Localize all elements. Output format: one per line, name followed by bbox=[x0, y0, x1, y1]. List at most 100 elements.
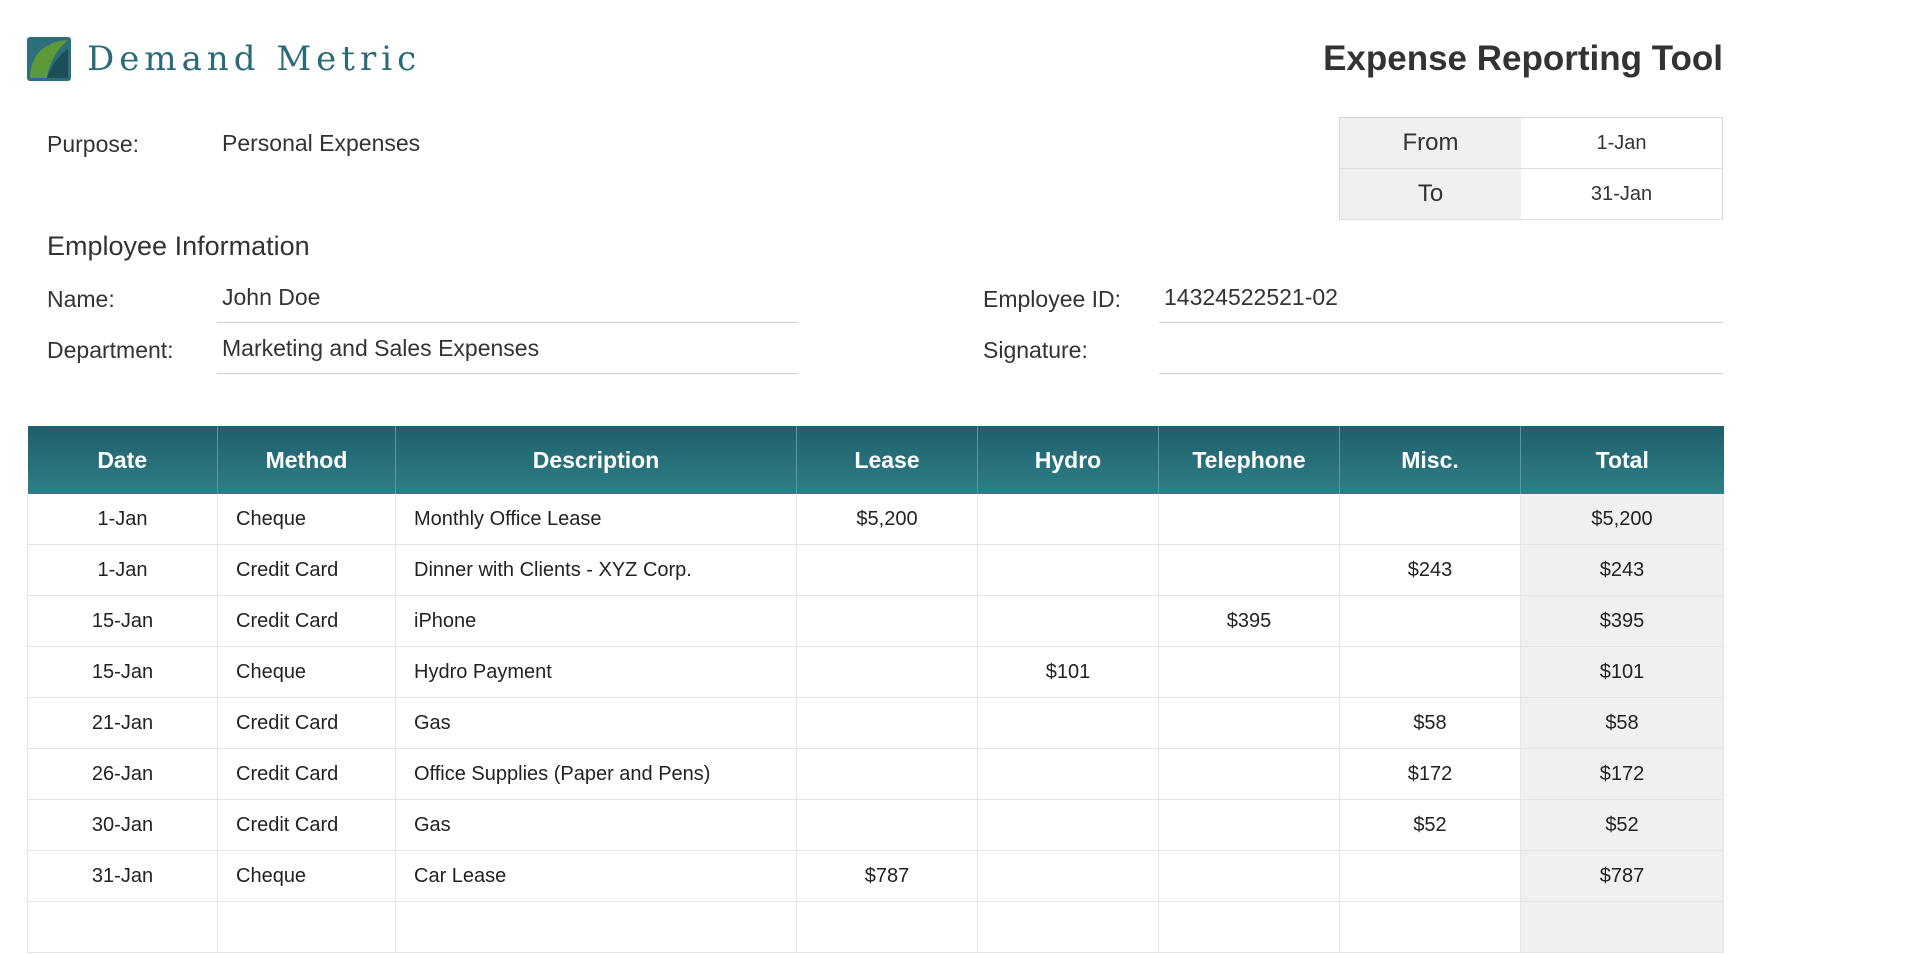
misc-cell[interactable]: $52 bbox=[1339, 799, 1521, 851]
total-cell bbox=[1520, 901, 1724, 953]
department-field[interactable]: Marketing and Sales Expenses bbox=[222, 335, 539, 362]
telephone-cell[interactable] bbox=[1158, 544, 1340, 596]
total-cell: $395 bbox=[1520, 595, 1724, 647]
telephone-cell[interactable] bbox=[1158, 646, 1340, 698]
hydro-cell[interactable] bbox=[977, 748, 1159, 800]
date-cell[interactable]: 21-Jan bbox=[27, 697, 218, 749]
date-cell[interactable]: 30-Jan bbox=[27, 799, 218, 851]
hydro-cell[interactable] bbox=[977, 901, 1159, 953]
telephone-cell[interactable] bbox=[1158, 799, 1340, 851]
misc-cell[interactable] bbox=[1339, 646, 1521, 698]
lease-cell[interactable] bbox=[796, 595, 978, 647]
column-header-date: Date bbox=[27, 426, 218, 494]
description-cell[interactable] bbox=[395, 901, 797, 953]
description-cell[interactable]: Gas bbox=[395, 799, 797, 851]
total-cell: $52 bbox=[1520, 799, 1724, 851]
hydro-cell[interactable] bbox=[977, 697, 1159, 749]
lease-cell[interactable] bbox=[796, 544, 978, 596]
signature-label: Signature: bbox=[983, 337, 1088, 363]
date-cell[interactable]: 1-Jan bbox=[27, 544, 218, 596]
department-field-underline bbox=[217, 373, 798, 374]
to-date[interactable]: 31-Jan bbox=[1521, 168, 1723, 220]
telephone-cell[interactable] bbox=[1158, 494, 1340, 545]
misc-cell[interactable]: $243 bbox=[1339, 544, 1521, 596]
misc-cell[interactable] bbox=[1339, 595, 1521, 647]
name-field[interactable]: John Doe bbox=[222, 284, 320, 311]
column-header-lease: Lease bbox=[796, 426, 978, 494]
column-header-hydro: Hydro bbox=[977, 426, 1159, 494]
misc-cell[interactable] bbox=[1339, 494, 1521, 545]
telephone-cell[interactable] bbox=[1158, 697, 1340, 749]
method-cell[interactable]: Credit Card bbox=[217, 748, 396, 800]
description-cell[interactable]: Hydro Payment bbox=[395, 646, 797, 698]
method-cell[interactable]: Credit Card bbox=[217, 697, 396, 749]
date-cell[interactable]: 26-Jan bbox=[27, 748, 218, 800]
lease-cell[interactable] bbox=[796, 901, 978, 953]
description-cell[interactable]: Dinner with Clients - XYZ Corp. bbox=[395, 544, 797, 596]
purpose-label: Purpose: bbox=[47, 131, 140, 157]
method-cell[interactable]: Credit Card bbox=[217, 799, 396, 851]
date-cell[interactable]: 15-Jan bbox=[27, 646, 218, 698]
description-cell[interactable]: iPhone bbox=[395, 595, 797, 647]
telephone-cell[interactable] bbox=[1158, 901, 1340, 953]
hydro-cell[interactable] bbox=[977, 544, 1159, 596]
description-cell[interactable]: Monthly Office Lease bbox=[395, 494, 797, 545]
lease-cell[interactable]: $5,200 bbox=[796, 494, 978, 545]
table-row: 26-Jan Credit Card Office Supplies (Paper … bbox=[27, 748, 1724, 800]
misc-cell[interactable] bbox=[1339, 901, 1521, 953]
misc-cell[interactable]: $172 bbox=[1339, 748, 1521, 800]
signature-underline bbox=[1159, 373, 1723, 374]
method-cell[interactable]: Credit Card bbox=[217, 544, 396, 596]
hydro-cell[interactable] bbox=[977, 850, 1159, 902]
date-cell[interactable]: 1-Jan bbox=[27, 494, 218, 545]
date-cell[interactable]: 31-Jan bbox=[27, 850, 218, 902]
table-row: 21-Jan Credit Card Gas $58 $58 bbox=[27, 697, 1724, 749]
hydro-cell[interactable]: $101 bbox=[977, 646, 1159, 698]
misc-cell[interactable] bbox=[1339, 850, 1521, 902]
name-label: Name: bbox=[47, 286, 115, 312]
demand-metric-logo-icon bbox=[27, 37, 71, 81]
brand-logo: Demand Metric bbox=[27, 37, 421, 81]
column-header-misc: Misc. bbox=[1339, 426, 1521, 494]
lease-cell[interactable]: $787 bbox=[796, 850, 978, 902]
date-cell[interactable]: 15-Jan bbox=[27, 595, 218, 647]
department-label: Department: bbox=[47, 337, 174, 363]
from-date[interactable]: 1-Jan bbox=[1521, 117, 1723, 169]
lease-cell[interactable] bbox=[796, 748, 978, 800]
expense-table: Date Method Description Lease Hydro Tele… bbox=[27, 426, 1724, 953]
method-cell[interactable]: Cheque bbox=[217, 494, 396, 545]
description-cell[interactable]: Car Lease bbox=[395, 850, 797, 902]
table-row bbox=[27, 901, 1724, 953]
description-cell[interactable]: Office Supplies (Paper and Pens) bbox=[395, 748, 797, 800]
telephone-cell[interactable] bbox=[1158, 850, 1340, 902]
column-header-method: Method bbox=[217, 426, 396, 494]
employee-id-field[interactable]: 14324522521-02 bbox=[1164, 284, 1338, 311]
total-cell: $243 bbox=[1520, 544, 1724, 596]
telephone-cell[interactable]: $395 bbox=[1158, 595, 1340, 647]
column-header-description: Description bbox=[395, 426, 797, 494]
telephone-cell[interactable] bbox=[1158, 748, 1340, 800]
report-period-table: From 1-Jan To 31-Jan bbox=[1339, 117, 1723, 220]
method-cell[interactable] bbox=[217, 901, 396, 953]
method-cell[interactable]: Cheque bbox=[217, 646, 396, 698]
hydro-cell[interactable] bbox=[977, 799, 1159, 851]
hydro-cell[interactable] bbox=[977, 494, 1159, 545]
method-cell[interactable]: Credit Card bbox=[217, 595, 396, 647]
employee-information-heading: Employee Information bbox=[47, 231, 310, 261]
table-row: 1-Jan Credit Card Dinner with Clients - XY… bbox=[27, 544, 1724, 596]
from-label: From bbox=[1339, 117, 1521, 169]
hydro-cell[interactable] bbox=[977, 595, 1159, 647]
purpose-value[interactable]: Personal Expenses bbox=[222, 130, 420, 157]
lease-cell[interactable] bbox=[796, 646, 978, 698]
table-row: 15-Jan Credit Card iPhone $395 $395 bbox=[27, 595, 1724, 647]
total-cell: $5,200 bbox=[1520, 494, 1724, 545]
lease-cell[interactable] bbox=[796, 697, 978, 749]
misc-cell[interactable]: $58 bbox=[1339, 697, 1521, 749]
date-cell[interactable] bbox=[27, 901, 218, 953]
table-row: 1-Jan Cheque Monthly Office Lease $5,200 $5,… bbox=[27, 494, 1724, 545]
table-row: 31-Jan Cheque Car Lease $787 $787 bbox=[27, 850, 1724, 902]
description-cell[interactable]: Gas bbox=[395, 697, 797, 749]
lease-cell[interactable] bbox=[796, 799, 978, 851]
method-cell[interactable]: Cheque bbox=[217, 850, 396, 902]
name-field-underline bbox=[217, 322, 798, 323]
